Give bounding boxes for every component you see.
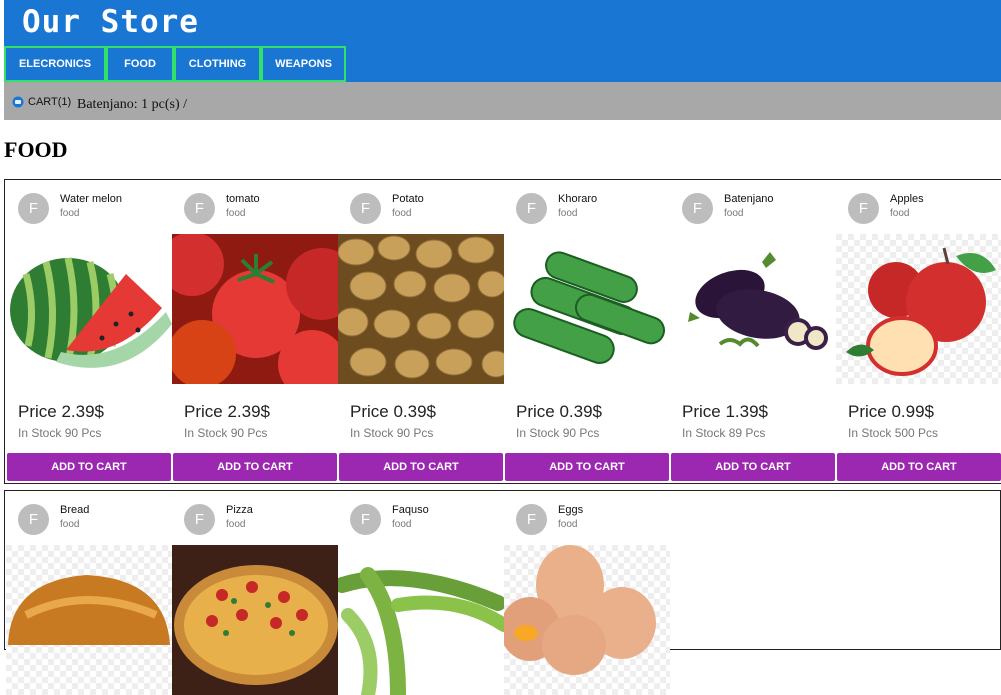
cart-label[interactable]: CART(1) (28, 96, 71, 108)
product-name: Apples (890, 193, 924, 205)
product-image-khoraro (504, 234, 670, 384)
product-name: tomato (226, 193, 260, 205)
product-row: F Bread food F Pizza food F Faquso food … (4, 490, 1001, 695)
avatar: F (18, 504, 49, 535)
product-image-bread (6, 545, 172, 695)
product-stock: In Stock 90 Pcs (516, 426, 600, 440)
add-to-cart-button[interactable]: ADD TO CART (837, 453, 1001, 481)
product-category: food (724, 208, 744, 219)
product-price: Price 2.39$ (18, 402, 104, 421)
add-to-cart-button[interactable]: ADD TO CART (505, 453, 669, 481)
avatar: F (682, 193, 713, 224)
product-image-faquso (338, 545, 504, 695)
cart-bar: CART(1) Batenjano: 1 pc(s) / (4, 82, 1001, 120)
product-image-pizza (172, 545, 338, 695)
product-name: Water melon (60, 193, 122, 205)
product-price: Price 2.39$ (184, 402, 270, 421)
product-category: food (226, 519, 246, 530)
store-title: Our Store (22, 4, 199, 40)
nav-clothing[interactable]: CLOTHING (174, 46, 261, 82)
product-name: Khoraro (558, 193, 598, 205)
product-stock: In Stock 90 Pcs (350, 426, 434, 440)
avatar: F (848, 193, 879, 224)
product-name: Pizza (226, 504, 253, 516)
product-card-bread: F Bread food (6, 491, 172, 695)
product-card-khoraro: F Khoraro food Price 0.39$ In Stock 90 P… (504, 180, 670, 483)
product-stock: In Stock 90 Pcs (184, 426, 268, 440)
avatar: F (350, 504, 381, 535)
product-image-eggs (504, 545, 670, 695)
product-row: F Water melon food Price 2.39$ In Stock … (4, 179, 1001, 484)
cart-icon[interactable] (12, 96, 24, 108)
avatar: F (350, 193, 381, 224)
add-to-cart-button[interactable]: ADD TO CART (671, 453, 835, 481)
category-nav: ELECRONICS FOOD CLOTHING WEAPONS (4, 46, 1001, 82)
product-image-apples (836, 234, 1001, 384)
product-image-tomato (172, 234, 338, 384)
section-title: FOOD (4, 137, 68, 162)
product-card-tomato: F tomato food Price 2.39$ In Stock 90 Pc… (172, 180, 338, 483)
product-image-potato (338, 234, 504, 384)
avatar: F (516, 193, 547, 224)
product-card-apples: F Apples food Price 0.99$ In Stock 500 P… (836, 180, 1001, 483)
avatar: F (18, 193, 49, 224)
product-card-faquso: F Faquso food (338, 491, 504, 695)
product-image-batenjano (670, 234, 836, 384)
product-name: Faquso (392, 504, 429, 516)
product-card-pizza: F Pizza food (172, 491, 338, 695)
product-card-batenjano: F Batenjano food Price 1.39$ In Stock 89… (670, 180, 836, 483)
product-card-eggs: F Eggs food (504, 491, 670, 695)
product-category: food (558, 208, 578, 219)
add-to-cart-button[interactable]: ADD TO CART (173, 453, 337, 481)
add-to-cart-button[interactable]: ADD TO CART (339, 453, 503, 481)
product-category: food (392, 519, 412, 530)
product-name: Eggs (558, 504, 584, 516)
nav-food[interactable]: FOOD (106, 46, 174, 82)
product-category: food (226, 208, 246, 219)
product-name: Bread (60, 504, 90, 516)
product-name: Batenjano (724, 193, 774, 205)
product-price: Price 0.39$ (516, 402, 602, 421)
product-price: Price 0.99$ (848, 402, 934, 421)
product-category: food (558, 519, 578, 530)
add-to-cart-button[interactable]: ADD TO CART (7, 453, 171, 481)
product-stock: In Stock 500 Pcs (848, 426, 939, 440)
cart-contents: Batenjano: 1 pc(s) / (77, 97, 188, 112)
product-card-potato: F Potato food Price 0.39$ In Stock 90 Pc… (338, 180, 504, 483)
nav-weapons[interactable]: WEAPONS (261, 46, 346, 82)
avatar: F (184, 504, 215, 535)
avatar: F (184, 193, 215, 224)
product-category: food (60, 519, 80, 530)
product-category: food (890, 208, 910, 219)
product-category: food (60, 208, 80, 219)
product-stock: In Stock 90 Pcs (18, 426, 102, 440)
product-price: Price 0.39$ (350, 402, 436, 421)
product-card-water-melon: F Water melon food Price 2.39$ In Stock … (6, 180, 172, 483)
store-header: Our Store (4, 0, 1001, 46)
product-category: food (392, 208, 412, 219)
product-stock: In Stock 89 Pcs (682, 426, 766, 440)
product-name: Potato (392, 193, 424, 205)
nav-electronics[interactable]: ELECRONICS (4, 46, 106, 82)
product-price: Price 1.39$ (682, 402, 768, 421)
product-image-water-melon (6, 234, 172, 384)
avatar: F (516, 504, 547, 535)
